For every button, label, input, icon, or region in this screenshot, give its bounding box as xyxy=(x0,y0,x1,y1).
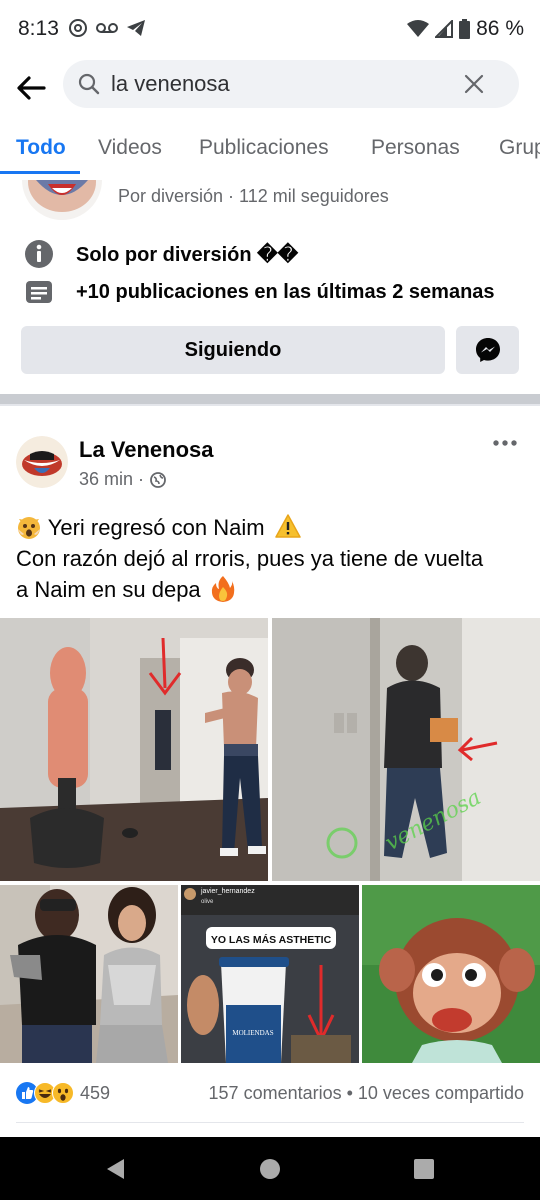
section-separator-edge xyxy=(0,404,540,406)
search-filter-tabs: Todo Videos Publicaciones Personas Grup xyxy=(0,120,540,176)
post-avatar-image xyxy=(16,436,68,488)
info-icon xyxy=(25,240,53,268)
page-meta: Por diversión · 112 mil seguidores xyxy=(118,186,389,206)
status-bar: 8:13 86 % xyxy=(0,0,540,60)
engagement-stats[interactable]: 157 comentarios • 10 veces compartido xyxy=(209,1083,524,1104)
system-navigation-bar xyxy=(0,1137,540,1200)
photo-4-header: javier_hernandez xyxy=(200,888,255,895)
page-avatar-image xyxy=(22,180,102,220)
post-author-avatar[interactable] xyxy=(16,436,68,488)
active-tab-indicator xyxy=(0,171,80,174)
scream-emoji-icon xyxy=(16,514,42,540)
post-text-1: Yeri regresó con Naim xyxy=(47,515,265,540)
post-text-3: a Naim en su depa xyxy=(16,577,201,602)
back-arrow-icon xyxy=(17,76,46,100)
section-separator xyxy=(0,394,540,404)
post-time-text: 36 min · xyxy=(79,469,145,489)
tab-todo[interactable]: Todo xyxy=(16,136,66,160)
reaction-count: 459 xyxy=(80,1082,111,1103)
status-right: 86 % xyxy=(407,17,524,41)
post-photo-1[interactable] xyxy=(0,618,268,881)
nav-recents-icon[interactable] xyxy=(412,1157,436,1181)
post-photo-4[interactable]: javier_hernandez olive YO LAS MÁS ASTHET… xyxy=(181,885,359,1063)
photo-5-image xyxy=(362,885,540,1063)
post-body: Yeri regresó con Naim Con razón dejó al … xyxy=(16,512,526,605)
wow-reaction-icon xyxy=(52,1082,74,1104)
post-divider xyxy=(16,1122,524,1123)
post-photo-3[interactable] xyxy=(0,885,178,1063)
tab-videos[interactable]: Videos xyxy=(98,136,162,160)
search-query: la venenosa xyxy=(111,71,230,96)
posts-icon xyxy=(26,281,52,303)
battery-percent: 86 % xyxy=(476,17,524,40)
tab-publicaciones[interactable]: Publicaciones xyxy=(199,136,329,160)
photo-4-caption: YO LAS MÁS ASTHETIC xyxy=(211,933,332,946)
post-author-name[interactable]: La Venenosa xyxy=(79,437,214,463)
post-timestamp: 36 min · xyxy=(79,469,166,490)
post-text-line-1: Yeri regresó con Naim xyxy=(16,512,526,543)
tab-grupos[interactable]: Grup xyxy=(499,136,540,160)
photo-4-image: javier_hernandez olive YO LAS MÁS ASTHET… xyxy=(181,885,359,1063)
tab-personas[interactable]: Personas xyxy=(371,136,460,160)
messenger-icon xyxy=(475,338,500,362)
post-photo-5[interactable] xyxy=(362,885,540,1063)
post-text-line-3: a Naim en su depa xyxy=(16,574,526,605)
fire-emoji-icon xyxy=(211,575,235,603)
following-button[interactable]: Siguiendo xyxy=(21,326,445,374)
status-notification-icons xyxy=(68,18,146,38)
warning-emoji-icon xyxy=(274,514,301,538)
clear-icon[interactable] xyxy=(463,73,485,95)
wifi-icon xyxy=(407,20,430,37)
battery-icon xyxy=(459,19,471,39)
messenger-button[interactable] xyxy=(456,326,519,374)
info-posts-text: +10 publicaciones en las últimas 2 seman… xyxy=(76,280,495,303)
search-header: la venenosa xyxy=(0,60,540,116)
search-icon xyxy=(78,73,100,95)
post-text-line-2: Con razón dejó al rroris, pues ya tiene … xyxy=(16,546,484,571)
search-input[interactable]: la venenosa xyxy=(63,60,519,108)
post-more-button[interactable] xyxy=(492,436,518,450)
back-button[interactable] xyxy=(14,70,50,106)
info-row-about: Solo por diversión �� xyxy=(24,239,298,269)
nav-home-icon[interactable] xyxy=(258,1157,282,1181)
photo-2-image: venenosa xyxy=(272,618,540,881)
globe-icon xyxy=(150,471,166,488)
signal-icon xyxy=(435,20,454,38)
threads-icon xyxy=(69,19,87,37)
photo-1-image xyxy=(0,618,268,881)
nav-back-icon[interactable] xyxy=(104,1157,128,1181)
reactions-summary[interactable]: 459 xyxy=(16,1082,110,1104)
page-avatar[interactable] xyxy=(22,180,102,220)
post-photo-2[interactable]: venenosa xyxy=(272,618,540,881)
status-time: 8:13 xyxy=(18,17,59,40)
photo-3-image xyxy=(0,885,178,1063)
voicemail-icon xyxy=(96,23,118,33)
photo-4-cup-brand: MOLIENDAS xyxy=(232,1029,273,1037)
more-options-icon xyxy=(493,440,517,446)
telegram-icon xyxy=(127,20,145,36)
info-row-posts: +10 publicaciones en las últimas 2 seman… xyxy=(24,277,495,307)
photo-4-subheader: olive xyxy=(201,899,214,905)
info-about-text: Solo por diversión �� xyxy=(76,243,299,266)
